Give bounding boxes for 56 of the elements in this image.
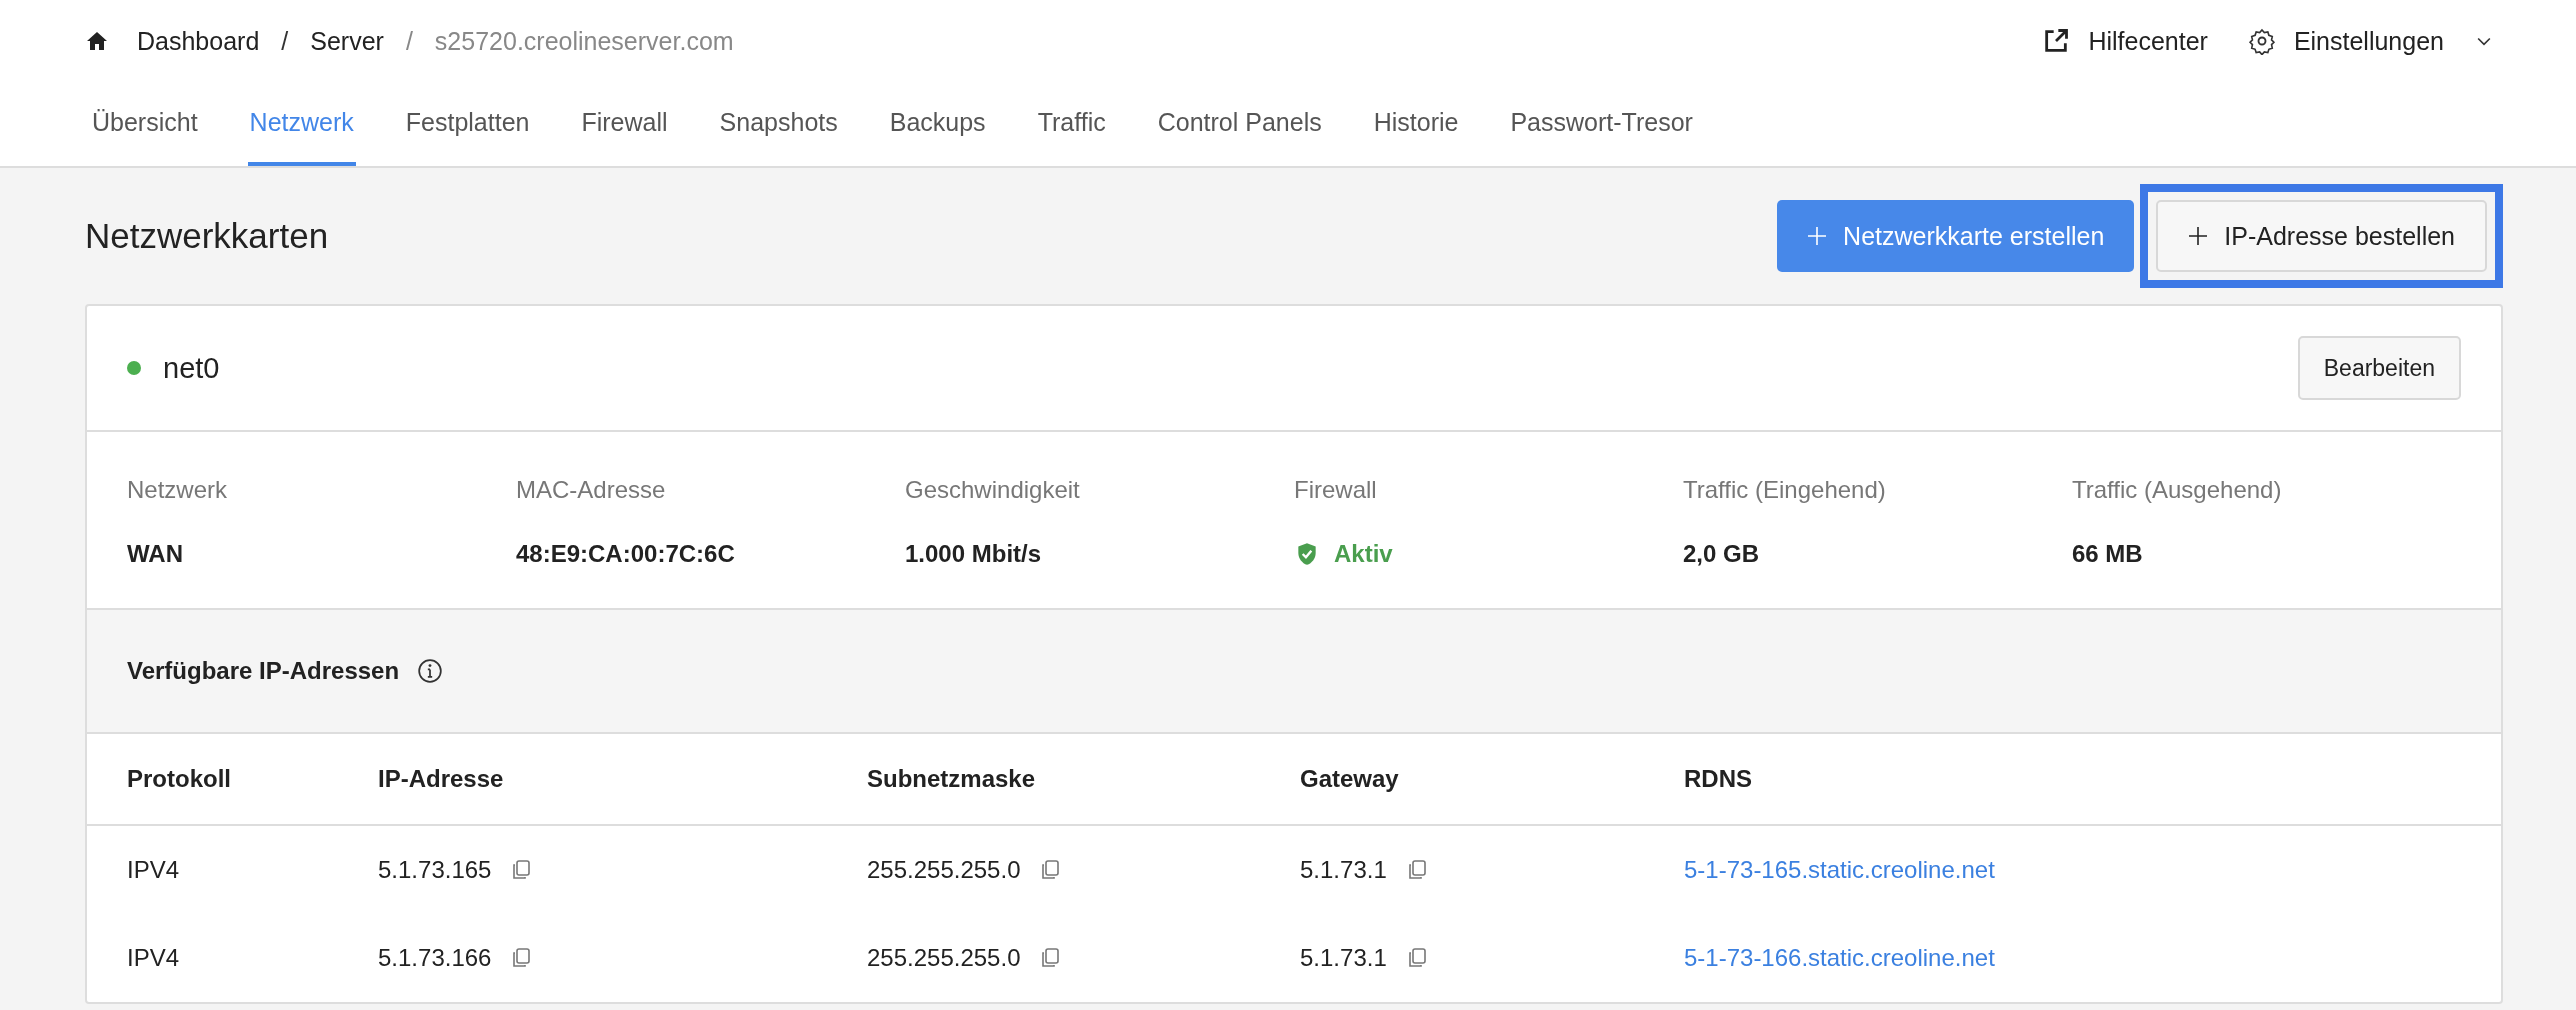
detail-value: WAN [127,540,184,568]
status-value: Aktiv [1294,540,1683,568]
order-ip-button[interactable]: IP-Adresse bestellen [2156,200,2487,272]
tab[interactable]: Firewall [579,82,670,166]
tab[interactable]: Snapshots [717,82,840,166]
create-button[interactable]: Netzwerkkarte erstellen [1777,200,2135,272]
table-cell-text: IPV4 [127,856,181,884]
settings-menu[interactable]: Einstellungen [2247,26,2494,56]
detail-value: 48:E9:CA:00:7C:6C [516,540,736,568]
section-title: Verfügbare IP-Adressen [127,657,400,685]
detail-value: 1.000 Mbit/s [905,540,1043,568]
edit-button[interactable]: Bearbeiten [2297,336,2461,400]
tab[interactable]: Historie [1371,82,1461,166]
detail-label: Traffic (Ausgehend) [2072,476,2283,504]
detail-value: 66 MB [2072,540,2144,568]
table-cell-text: IPV4 [127,944,181,972]
table-cell: 5.1.73.1 [1300,856,1387,884]
tab[interactable]: Netzwerk [247,82,356,166]
external-link-icon [2042,27,2071,55]
breadcrumb-separator: / [281,26,289,56]
column-header: Protokoll [127,765,232,793]
breadcrumb-link[interactable]: Server [310,26,384,56]
tab[interactable]: Festplatten [403,82,532,166]
home-icon[interactable] [85,29,109,53]
tab[interactable]: Backups [887,82,988,166]
detail-value: 2,0 GB [1683,540,1761,568]
tab[interactable]: Traffic [1035,82,1108,166]
help-center-link[interactable]: Hilfecenter [2042,26,2208,56]
breadcrumb-separator: / [405,26,413,56]
tab[interactable]: Control Panels [1155,82,1324,166]
detail-label: Geschwindigkeit [905,476,1081,504]
table-cell: 255.255.255.0 [867,856,1021,884]
breadcrumb-link[interactable]: s25720.creolineserver.com [434,26,734,56]
table-cell: 255.255.255.0 [867,944,1021,972]
rdns-link[interactable]: 5-1-73-165.static.creoline.net [1684,856,1995,883]
rdns-link[interactable]: 5-1-73-166.static.creoline.net [1684,944,1995,971]
tab[interactable]: Übersicht [90,82,200,166]
page-title: Netzwerkkarten [85,216,329,256]
plus-icon [2188,226,2209,246]
column-header: Gateway [1300,765,1400,793]
card-title: net0 [163,351,220,385]
tab[interactable]: Passwort-Tresor [1508,82,1695,166]
detail-label: Netzwerk [127,476,229,504]
settings-icon [2247,27,2276,55]
detail-label: MAC-Adresse [516,476,667,504]
info-icon[interactable] [417,658,444,684]
table-cell: 5.1.73.1 [1300,944,1387,972]
table-cell: 5.1.73.165 [378,856,492,884]
column-header: IP-Adresse [378,765,505,793]
column-header: Subnetzmaske [867,765,1037,793]
plus-icon [1807,226,1828,246]
breadcrumb-link[interactable]: Dashboard [137,26,260,56]
column-header: RDNS [1684,765,1753,793]
table-cell: 5.1.73.166 [378,944,492,972]
detail-label: Firewall [1294,476,1378,504]
detail-label: Traffic (Eingehend) [1683,476,1887,504]
